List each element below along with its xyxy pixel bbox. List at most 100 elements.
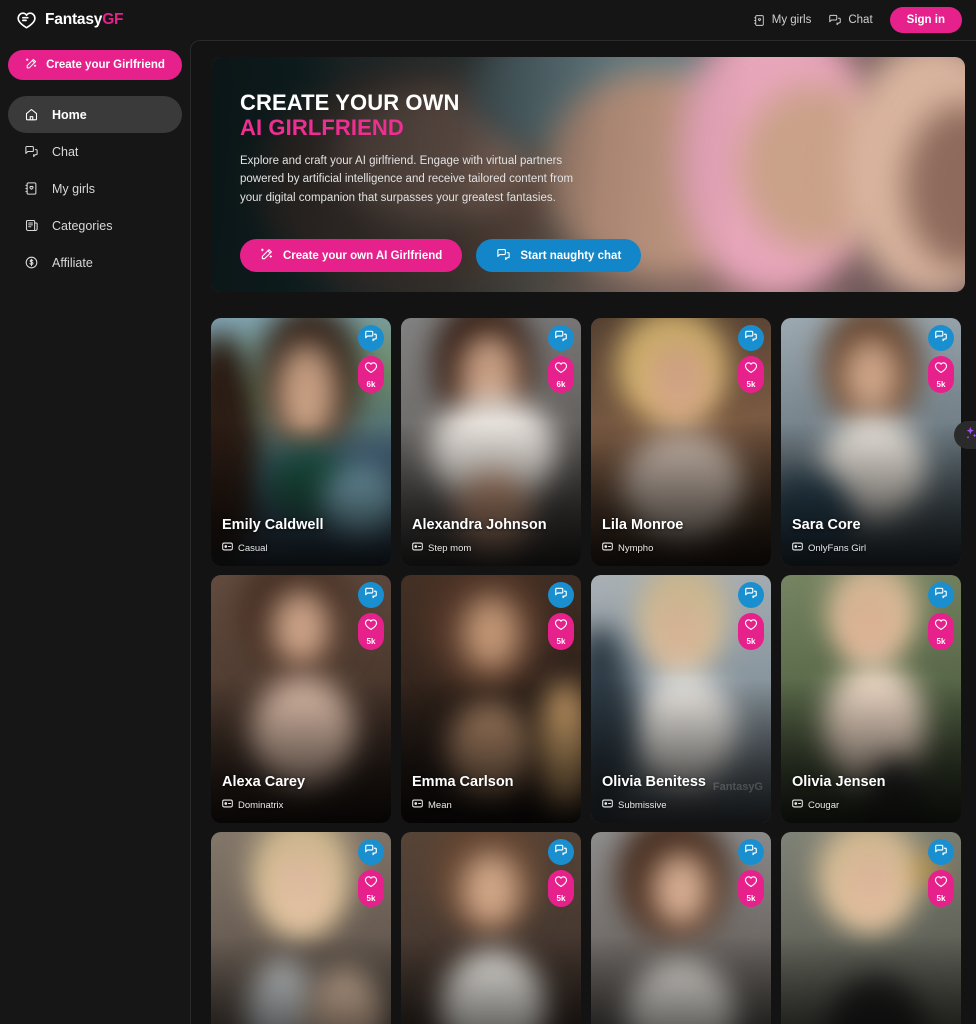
sidebar-item-categories[interactable]: Categories	[8, 207, 182, 244]
girl-card[interactable]: 5k FantasyG Olivia Benitess Submissive	[591, 575, 771, 823]
chat-bubbles-icon	[744, 843, 758, 862]
topnav-label: Chat	[848, 14, 873, 26]
girl-card-chat-button[interactable]	[738, 582, 764, 608]
girl-card[interactable]: 5k Emma Carlson Mean	[401, 575, 581, 823]
sidebar-item-my-girls[interactable]: My girls	[8, 170, 182, 207]
girl-card-badges: 5k	[358, 582, 384, 650]
girl-card-like-button[interactable]: 5k	[358, 613, 384, 650]
main-content: CREATE YOUR OWN AI GIRLFRIEND Explore an…	[190, 40, 976, 1024]
girl-card-badges: 5k	[928, 839, 954, 907]
girl-card-chat-button[interactable]	[928, 839, 954, 865]
girl-card-like-count: 6k	[366, 380, 376, 389]
chat-bubbles-icon	[934, 329, 948, 348]
hero-title-line2: AI GIRLFRIEND	[240, 115, 404, 141]
girl-card-tag-label: Nympho	[618, 542, 654, 554]
brand-logo-link[interactable]: FantasyGF	[15, 9, 124, 31]
girl-card-like-button[interactable]: 5k	[548, 870, 574, 907]
girl-card-tag: Mean	[412, 799, 452, 811]
contact-book-icon	[753, 14, 766, 27]
girl-card-like-count: 5k	[746, 380, 756, 389]
girl-card[interactable]: 5k Olivia Jensen Cougar	[781, 575, 961, 823]
girl-card-like-button[interactable]: 6k	[548, 356, 574, 393]
girl-card-like-count: 5k	[936, 637, 946, 646]
girl-card-like-button[interactable]: 5k	[738, 870, 764, 907]
girl-card-like-button[interactable]: 6k	[358, 356, 384, 393]
create-girlfriend-label: Create your Girlfriend	[46, 59, 165, 71]
heart-icon	[364, 618, 378, 636]
girl-card[interactable]: 5k Livia Hawthorne	[401, 832, 581, 1024]
id-card-icon	[602, 542, 613, 554]
girl-card-tag-label: Submissive	[618, 799, 667, 811]
girl-card-chat-button[interactable]	[548, 325, 574, 351]
magic-wand-icon	[260, 247, 274, 264]
heart-icon	[744, 875, 758, 893]
girl-card[interactable]: 5k Sophia Martinez	[781, 832, 961, 1024]
girl-card-name: Emily Caldwell	[222, 517, 324, 533]
heart-icon	[934, 875, 948, 893]
girl-card[interactable]: 5k Sara Core OnlyFans Girl	[781, 318, 961, 566]
girl-card-name: Olivia Benitess	[602, 774, 706, 790]
chat-bubbles-icon	[934, 586, 948, 605]
girl-card-like-button[interactable]: 5k	[358, 870, 384, 907]
girl-card-tag-label: Casual	[238, 542, 268, 554]
hero-create-girlfriend-button[interactable]: Create your own AI Girlfriend	[240, 239, 463, 272]
girl-card-name: Sara Core	[792, 517, 861, 533]
id-card-icon	[222, 799, 233, 811]
hero-start-chat-button[interactable]: Start naughty chat	[476, 239, 642, 272]
heart-chat-icon	[15, 9, 37, 31]
girl-card-like-button[interactable]: 5k	[928, 613, 954, 650]
girl-card[interactable]: 6k Emily Caldwell Casual	[211, 318, 391, 566]
id-card-icon	[792, 799, 803, 811]
girl-card[interactable]: 5k Alexa Carey Dominatrix	[211, 575, 391, 823]
girl-card-chat-button[interactable]	[928, 325, 954, 351]
girl-card[interactable]: 5k Isabella Anderson	[591, 832, 771, 1024]
chat-bubbles-icon	[364, 329, 378, 348]
girl-card-chat-button[interactable]	[358, 325, 384, 351]
hero-button-group: Create your own AI Girlfriend Start naug…	[240, 239, 642, 272]
girl-card-like-button[interactable]: 5k	[928, 356, 954, 393]
girl-card-chat-button[interactable]	[738, 839, 764, 865]
top-navigation: My girls Chat Sign in	[753, 7, 962, 33]
sign-in-button[interactable]: Sign in	[889, 7, 962, 33]
sidebar-item-chat[interactable]: Chat	[8, 133, 182, 170]
girl-card-like-count: 5k	[746, 637, 756, 646]
girl-card-like-count: 5k	[556, 894, 566, 903]
girl-card-tag: Cougar	[792, 799, 839, 811]
sidebar-item-home[interactable]: Home	[8, 96, 182, 133]
topnav-item-chat[interactable]: Chat	[828, 13, 873, 27]
girl-card-badges: 5k	[928, 325, 954, 393]
girl-card-like-button[interactable]: 5k	[928, 870, 954, 907]
hero-secondary-label: Start naughty chat	[520, 249, 622, 262]
girl-card-tag-label: Cougar	[808, 799, 840, 811]
girl-card-like-button[interactable]: 5k	[738, 356, 764, 393]
floating-magic-button[interactable]	[954, 421, 976, 449]
girl-card-like-count: 5k	[366, 637, 376, 646]
id-card-icon	[222, 542, 233, 554]
girl-card-chat-button[interactable]	[358, 582, 384, 608]
girl-card-tag-label: OnlyFans Girl	[808, 542, 867, 554]
create-girlfriend-button[interactable]: Create your Girlfriend	[8, 50, 182, 80]
girl-card-like-count: 5k	[936, 894, 946, 903]
girl-card-like-button[interactable]: 5k	[548, 613, 574, 650]
girl-card-chat-button[interactable]	[358, 839, 384, 865]
brand-name-accent: GF	[102, 11, 124, 28]
girl-card-chat-button[interactable]	[548, 582, 574, 608]
girl-card[interactable]: 6k Alexandra Johnson Step mom	[401, 318, 581, 566]
sidebar-item-label: Chat	[52, 144, 79, 159]
girl-card-chat-button[interactable]	[738, 325, 764, 351]
girl-card-like-count: 5k	[936, 380, 946, 389]
girl-card-tag: OnlyFans Girl	[792, 542, 866, 554]
girl-card[interactable]: 5k Mia Bennett	[211, 832, 391, 1024]
sidebar-item-affiliate[interactable]: Affiliate	[8, 244, 182, 281]
girl-card-badges: 6k	[358, 325, 384, 393]
top-bar: FantasyGF My girls Chat Sign in	[0, 0, 976, 40]
girl-card-tag: Casual	[222, 542, 268, 554]
girl-card-chat-button[interactable]	[548, 839, 574, 865]
girl-card-watermark: FantasyG	[712, 781, 763, 793]
girl-card-like-button[interactable]: 5k	[738, 613, 764, 650]
hero-title-line1: CREATE YOUR OWN	[240, 90, 460, 115]
topnav-item-my-girls[interactable]: My girls	[753, 14, 811, 27]
id-card-icon	[792, 542, 803, 554]
girl-card-chat-button[interactable]	[928, 582, 954, 608]
girl-card[interactable]: 5k Lila Monroe Nympho	[591, 318, 771, 566]
